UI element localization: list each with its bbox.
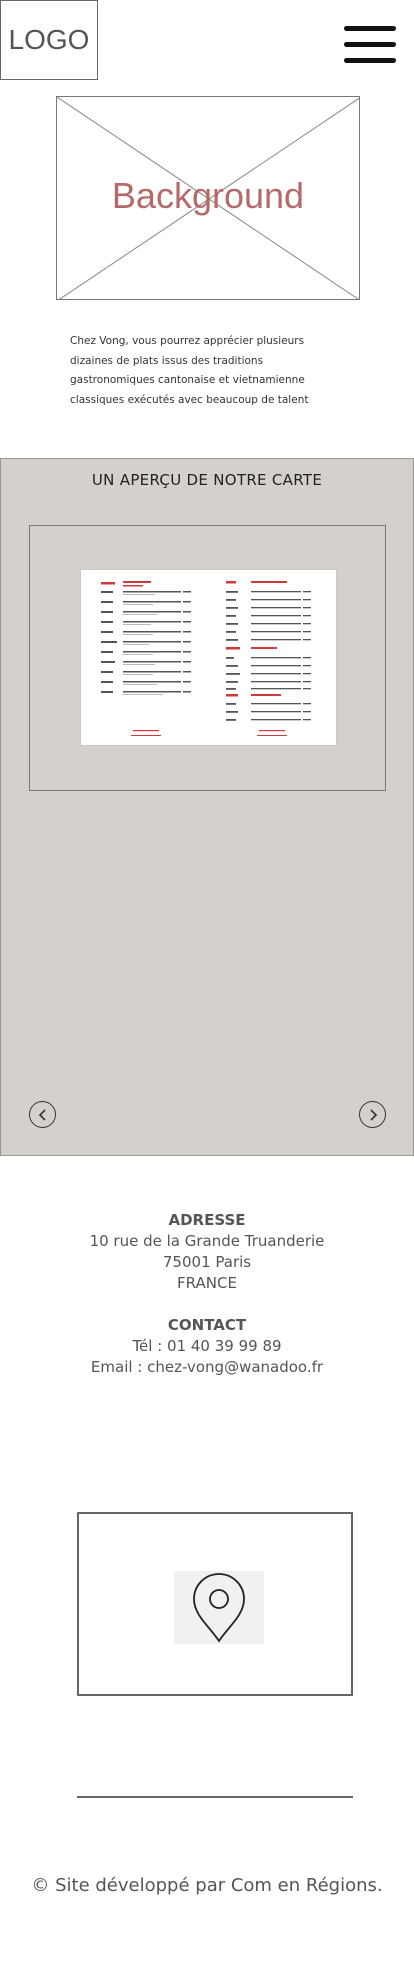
hero-label: Background [111, 175, 305, 216]
map-pin-background [174, 1571, 264, 1644]
location-pin-icon [193, 1573, 245, 1643]
hero-image-placeholder: Background [56, 96, 360, 300]
menu-image[interactable] [81, 570, 336, 745]
carousel-prev-button[interactable] [29, 1101, 56, 1128]
menu-slide-frame [29, 525, 386, 791]
address-line-3: FRANCE [177, 1274, 237, 1292]
footer-divider [77, 1796, 353, 1798]
intro-text: Chez Vong, vous pourrez apprécier plusie… [70, 335, 309, 406]
contact-heading: CONTACT [167, 1316, 247, 1334]
contact-email[interactable]: Email : chez-vong@wanadoo.fr [0, 1357, 414, 1378]
logo[interactable]: LOGO [0, 0, 98, 80]
contact-phone[interactable]: Tél : 01 40 39 99 89 [0, 1336, 414, 1357]
address-heading: ADRESSE [168, 1211, 246, 1229]
menu-section-title: UN APERÇU DE NOTRE CARTE [91, 471, 323, 489]
carousel-next-button[interactable] [359, 1101, 386, 1128]
contact-block: CONTACT Tél : 01 40 39 99 89 Email : che… [0, 1315, 414, 1378]
map-placeholder[interactable] [77, 1512, 353, 1696]
menu-preview-section: UN APERÇU DE NOTRE CARTE [0, 458, 414, 1156]
chevron-right-icon [369, 1108, 377, 1121]
address-line-2: 75001 Paris [162, 1253, 252, 1271]
address-block: ADRESSE 10 rue de la Grande Truanderie 7… [0, 1210, 414, 1294]
footer-credit[interactable]: © Site développé par Com en Régions. [0, 1875, 414, 1896]
chevron-left-icon [38, 1108, 46, 1121]
address-line-1: 10 rue de la Grande Truanderie [89, 1232, 325, 1250]
hamburger-icon[interactable] [344, 26, 396, 64]
